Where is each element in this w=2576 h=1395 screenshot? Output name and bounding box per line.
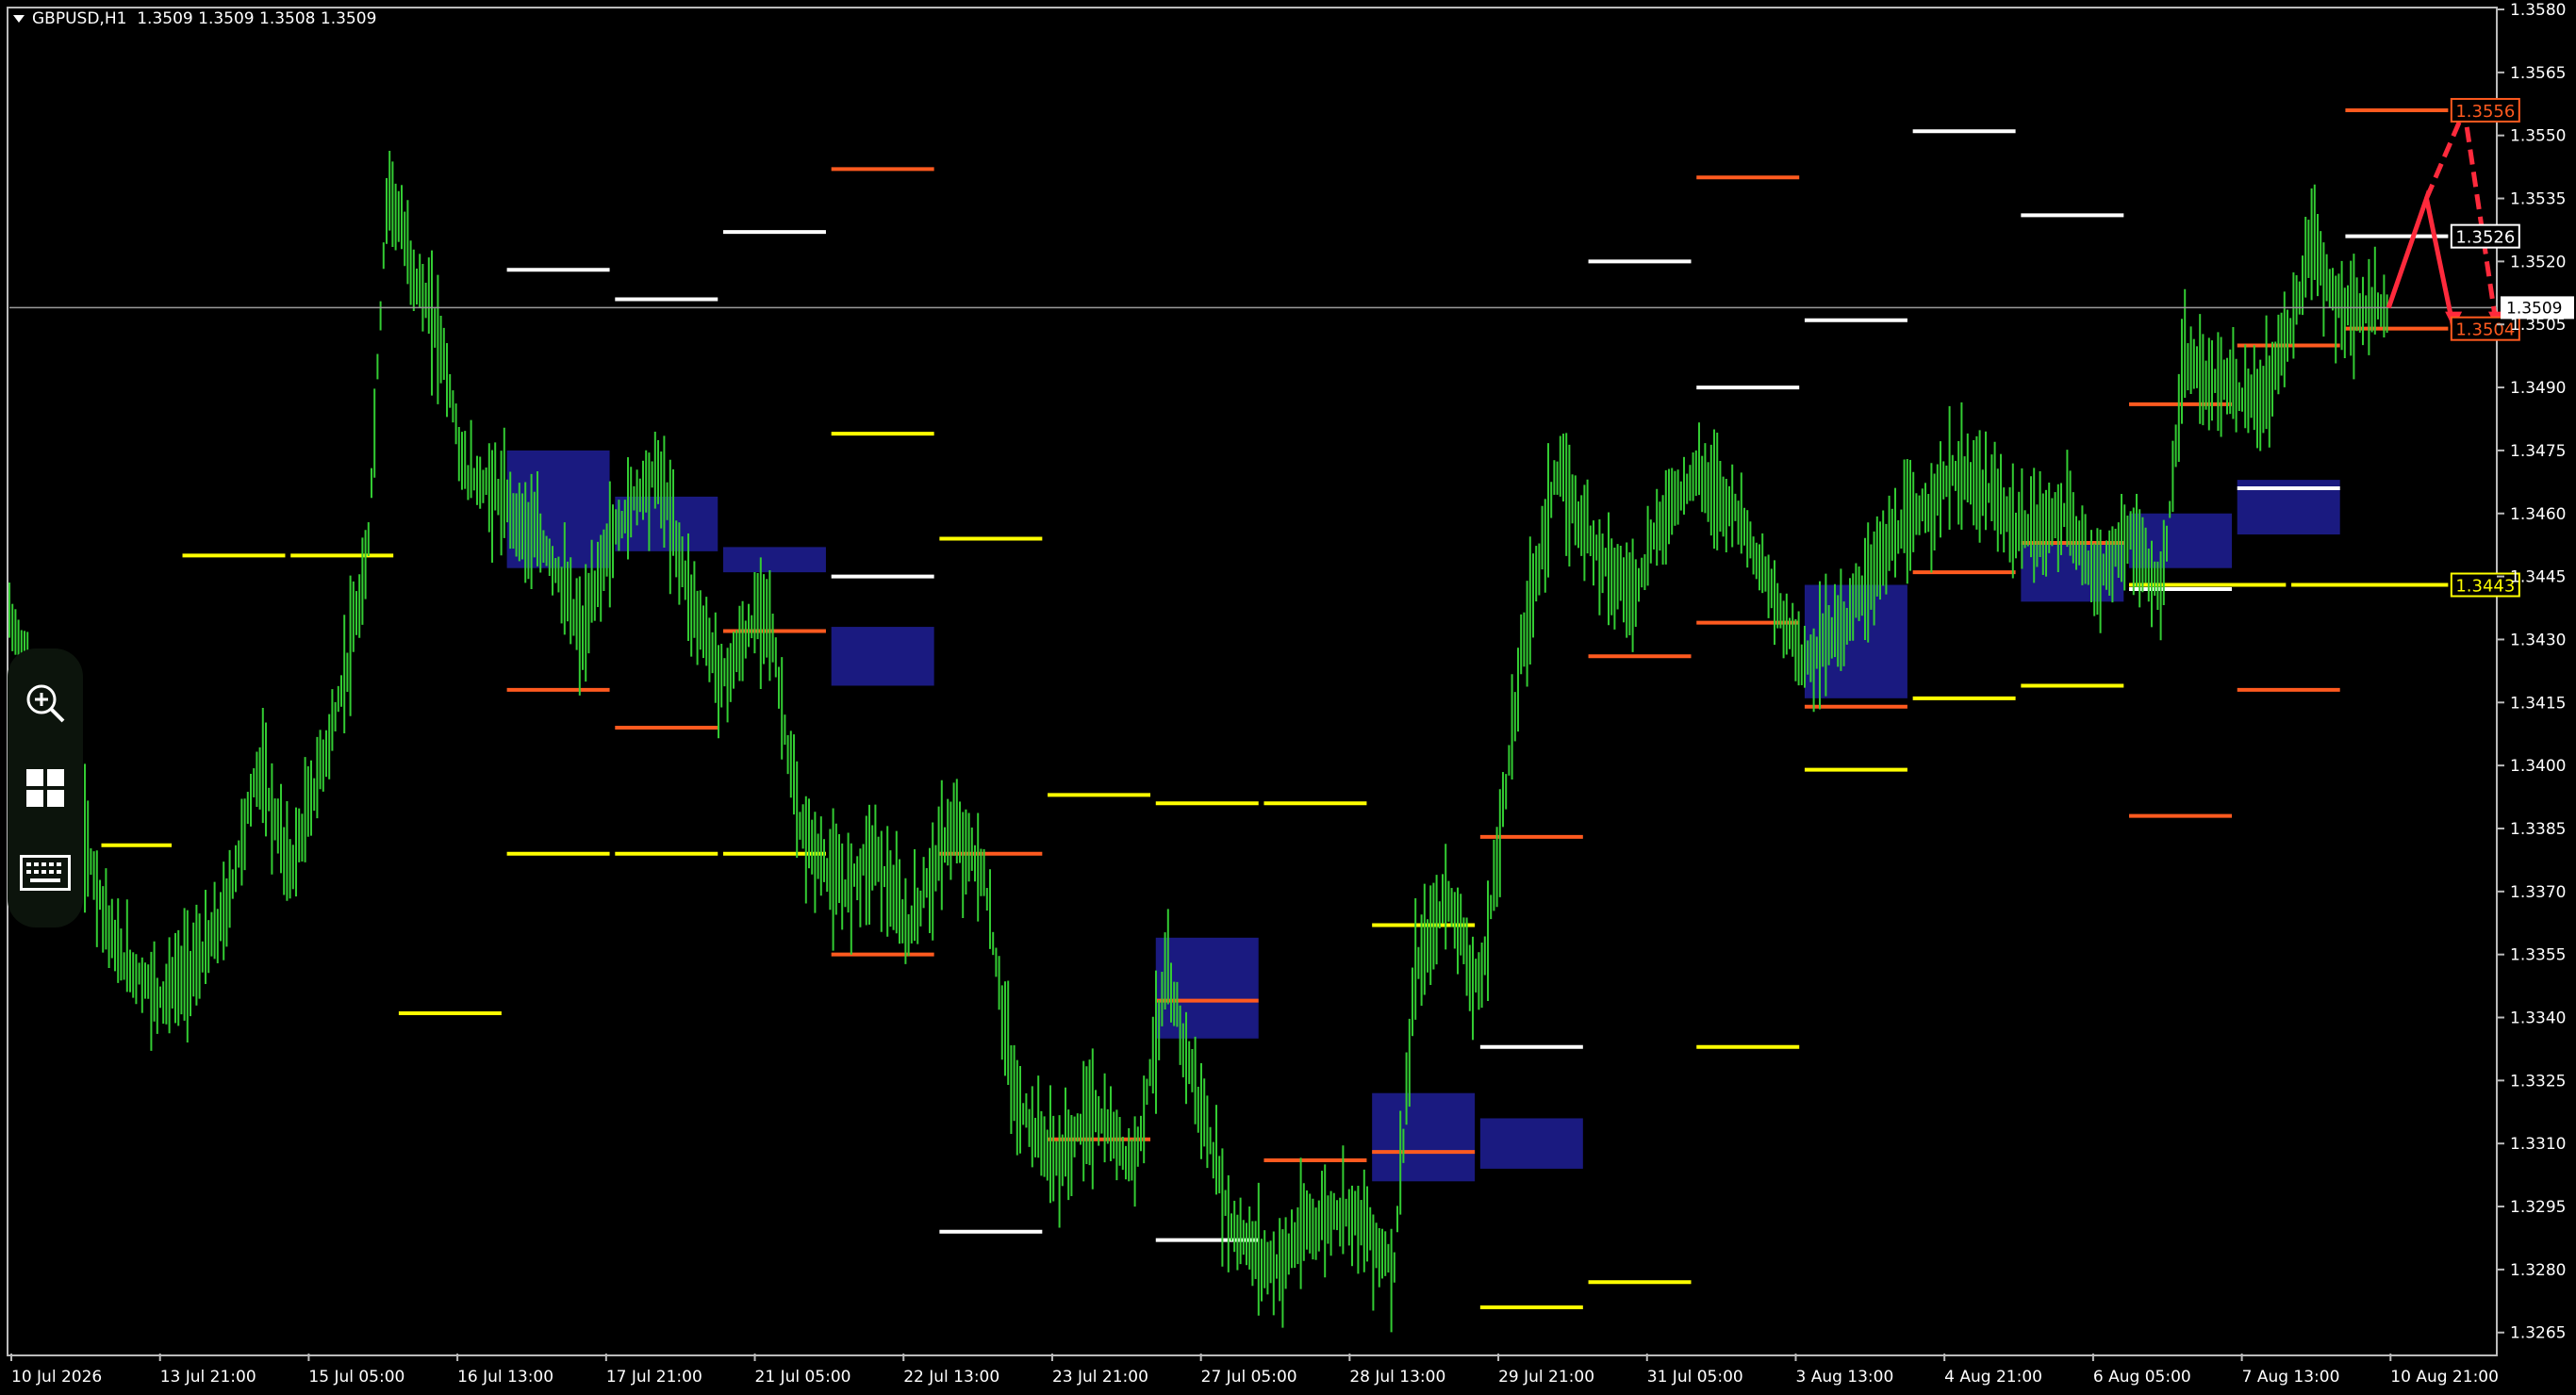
- x-tick-label: 28 Jul 13:00: [1349, 1368, 1445, 1387]
- level-label-text: 1.3556: [2455, 102, 2515, 122]
- level-label-text: 1.3504: [2455, 320, 2515, 340]
- chart-header: GBPUSD,H1 1.3509 1.3509 1.3508 1.3509: [13, 9, 376, 28]
- y-tick-label: 1.3535: [2510, 190, 2566, 209]
- x-tick-label: 13 Jul 21:00: [160, 1368, 256, 1387]
- zoom-in-icon[interactable]: [19, 677, 72, 730]
- x-tick-label: 21 Jul 05:00: [755, 1368, 851, 1387]
- x-tick-label: 10 Aug 21:00: [2390, 1368, 2499, 1387]
- y-tick-label: 1.3340: [2510, 1009, 2566, 1028]
- supply-demand-zone: [1479, 1118, 1583, 1169]
- keyboard-icon[interactable]: [19, 846, 72, 899]
- current-price-tag-label: 1.3509: [2506, 299, 2562, 318]
- x-tick-label: 15 Jul 05:00: [308, 1368, 405, 1387]
- x-tick-label: 23 Jul 21:00: [1052, 1368, 1148, 1387]
- x-tick-label: 17 Jul 21:00: [606, 1368, 702, 1387]
- x-tick-label: 29 Jul 21:00: [1498, 1368, 1594, 1387]
- level-label-text: 1.3443: [2455, 577, 2515, 597]
- ohlc-values: 1.3509 1.3509 1.3508 1.3509: [137, 9, 377, 28]
- level-label-text: 1.3526: [2455, 228, 2515, 248]
- floating-toolbar: [8, 648, 83, 927]
- y-axis: 1.35801.35651.35501.35351.35201.35051.34…: [2497, 1, 2574, 1343]
- x-tick-label: 6 Aug 05:00: [2093, 1368, 2191, 1387]
- y-tick-label: 1.3370: [2510, 883, 2566, 902]
- x-tick-label: 16 Jul 13:00: [457, 1368, 553, 1387]
- collapse-triangle-icon[interactable]: [13, 15, 25, 23]
- x-tick-label: 22 Jul 13:00: [903, 1368, 999, 1387]
- chart-frame: [7, 7, 2498, 1356]
- y-tick-label: 1.3310: [2510, 1135, 2566, 1154]
- x-tick-label: 31 Jul 05:00: [1647, 1368, 1743, 1387]
- y-tick-label: 1.3460: [2510, 505, 2566, 524]
- y-tick-label: 1.3295: [2510, 1198, 2566, 1217]
- x-tick-label: 7 Aug 13:00: [2242, 1368, 2340, 1387]
- y-tick-label: 1.3580: [2510, 1, 2566, 20]
- y-tick-label: 1.3445: [2510, 568, 2566, 587]
- y-tick-label: 1.3400: [2510, 757, 2566, 776]
- y-tick-label: 1.3415: [2510, 694, 2566, 713]
- y-tick-label: 1.3520: [2510, 253, 2566, 271]
- x-tick-label: 4 Aug 21:00: [1944, 1368, 2042, 1387]
- x-tick-label: 3 Aug 13:00: [1795, 1368, 1893, 1387]
- y-tick-label: 1.3430: [2510, 631, 2566, 649]
- supply-demand-zone: [2129, 513, 2232, 568]
- y-tick-label: 1.3355: [2510, 946, 2566, 965]
- y-tick-label: 1.3550: [2510, 127, 2566, 146]
- symbol-label: GBPUSD,H1: [32, 9, 127, 28]
- y-tick-label: 1.3475: [2510, 442, 2566, 461]
- supply-demand-zone: [722, 547, 826, 573]
- y-tick-label: 1.3385: [2510, 820, 2566, 839]
- y-tick-label: 1.3565: [2510, 64, 2566, 83]
- y-tick-label: 1.3265: [2510, 1324, 2566, 1343]
- supply-demand-zone: [1372, 1092, 1476, 1182]
- y-tick-label: 1.3490: [2510, 379, 2566, 398]
- layout-grid-icon[interactable]: [19, 762, 72, 814]
- x-tick-label: 10 Jul 2026: [11, 1368, 102, 1387]
- x-tick-label: 27 Jul 05:00: [1201, 1368, 1297, 1387]
- y-tick-label: 1.3325: [2510, 1072, 2566, 1091]
- supply-demand-zone: [831, 627, 934, 686]
- y-tick-label: 1.3280: [2510, 1261, 2566, 1280]
- x-axis: 10 Jul 2026 13 Jul 21:00 15 Jul 05:00 16 Ju…: [10, 1354, 2499, 1387]
- price-chart[interactable]: 1.3556 1.3526 1.3504 1.3443 1.3580 1.3565 1.3…: [0, 0, 2576, 1395]
